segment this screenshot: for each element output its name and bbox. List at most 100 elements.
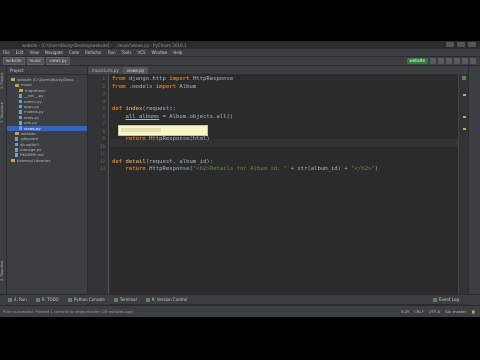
window-title: website - [C:\Users\Bucky\Desktop\websit… xyxy=(22,42,187,48)
warning-marker[interactable] xyxy=(463,116,466,118)
tool-tab-favorites[interactable]: 2: Favorites xyxy=(0,256,6,286)
file-icon xyxy=(19,126,22,130)
todo-tool-label: 6: TODO xyxy=(41,297,59,302)
tool-window-bar: 4: Run 6: TODO Python Console Terminal 9… xyxy=(0,294,480,304)
vcs-update-icon[interactable] xyxy=(454,58,460,64)
git-branch[interactable]: Git: master xyxy=(445,309,466,314)
line-separator[interactable]: CRLF xyxy=(414,309,424,314)
line-number-gutter: 1 2 3 4 5 6 7 8 9 10 11 12 13 xyxy=(88,74,109,306)
status-message[interactable]: Push successful: Pushed 1 commit to orig… xyxy=(3,309,134,314)
menu-run[interactable]: Run xyxy=(108,50,116,55)
title-bar: website - [C:\Users\Bucky\Desktop\websit… xyxy=(0,41,480,49)
warning-marker[interactable] xyxy=(463,128,466,130)
code-line: return HttpResponse(html) xyxy=(125,136,210,142)
tool-tab-structure[interactable]: 7: Structure xyxy=(0,98,6,128)
folder-icon xyxy=(15,132,19,136)
breadcrumb-project[interactable]: website xyxy=(3,57,25,65)
menu-code[interactable]: Code xyxy=(69,50,79,55)
editor-scrollbar[interactable] xyxy=(458,74,468,306)
project-panel-header: Project xyxy=(7,66,87,75)
menu-bar: File Edit View Navigate Code Refactor Ru… xyxy=(0,49,480,57)
menu-navigate[interactable]: Navigate xyxy=(45,50,63,55)
run-tool-button[interactable]: 4: Run xyxy=(8,297,27,302)
file-icon xyxy=(19,121,22,125)
line-number: 3 xyxy=(102,91,105,96)
code-line: from .models import Album xyxy=(112,83,197,90)
code-line: return HttpResponse("<h2>Details for Alb… xyxy=(125,166,379,172)
todo-tool-button[interactable]: 6: TODO xyxy=(35,297,59,302)
ide-window: website - [C:\Users\Bucky\Desktop\websit… xyxy=(0,41,480,317)
version-control-icon xyxy=(145,297,150,302)
file-icon xyxy=(19,99,22,103)
project-tree-item[interactable]: External Libraries xyxy=(7,158,87,163)
line-number: 11 xyxy=(99,151,105,156)
file-icon xyxy=(19,110,22,114)
line-number: 13 xyxy=(99,166,105,171)
code-line: from django.http import HttpResponse xyxy=(112,76,234,82)
version-control-label: 9: Version Control xyxy=(151,297,188,302)
left-tool-strip: 1: Project 7: Structure 2: Favorites xyxy=(0,66,7,306)
line-number: 4 xyxy=(102,98,105,104)
search-icon[interactable] xyxy=(470,58,476,64)
code-view[interactable]: from django.http import HttpResponse fro… xyxy=(110,74,458,306)
code-line: all_albums = Album.objects.all() xyxy=(125,113,234,120)
menu-edit[interactable]: Edit xyxy=(16,50,24,55)
menu-refactor[interactable]: Refactor xyxy=(85,50,102,55)
file-icon xyxy=(15,142,18,147)
line-number: 9 xyxy=(102,136,105,141)
caret-position[interactable]: 5:25 xyxy=(401,309,410,314)
terminal-tool-button[interactable]: Terminal xyxy=(113,297,137,302)
code-line: def index(request): xyxy=(112,106,177,112)
editor-tab-views[interactable]: views.py xyxy=(122,67,149,74)
tool-tab-project[interactable]: 1: Project xyxy=(0,68,6,94)
folder-icon xyxy=(19,88,23,92)
lock-icon[interactable]: 🔒 xyxy=(471,309,476,314)
folder-icon xyxy=(11,78,15,82)
breadcrumb-file[interactable]: views.py xyxy=(46,57,70,65)
inspection-tooltip xyxy=(118,125,208,136)
file-icon xyxy=(19,104,22,109)
run-icon[interactable] xyxy=(430,58,436,64)
maximize-button[interactable] xyxy=(457,42,465,47)
debug-icon[interactable] xyxy=(438,58,444,64)
menu-file[interactable]: File xyxy=(3,50,10,55)
close-button[interactable] xyxy=(468,42,476,47)
breadcrumb-folder[interactable]: music xyxy=(26,57,45,65)
editor-area: music\urls.py views.py 1 2 3 4 5 6 7 8 9 10 11 12 13… xyxy=(88,66,468,306)
menu-help[interactable]: Help xyxy=(173,50,182,55)
project-panel-title[interactable]: Project xyxy=(10,68,24,73)
event-log-icon xyxy=(433,297,438,302)
file-encoding[interactable]: UTF-8 xyxy=(429,309,440,314)
python-console-button[interactable]: Python Console xyxy=(67,297,105,302)
menu-vcs[interactable]: VCS xyxy=(137,50,145,55)
warning-marker[interactable] xyxy=(463,94,466,96)
menu-window[interactable]: Window xyxy=(152,50,168,55)
line-number: 1 xyxy=(102,76,105,81)
line-number: 10 xyxy=(99,143,105,149)
folder-icon xyxy=(15,83,19,87)
terminal-tool-label: Terminal xyxy=(119,297,137,302)
menu-tools[interactable]: Tools xyxy=(122,50,132,55)
event-log-label: Event Log xyxy=(439,297,459,302)
navigation-bar: website music views.py website xyxy=(0,57,480,66)
vcs-commit-icon[interactable] xyxy=(462,58,468,64)
run-tool-label: 4: Run xyxy=(14,297,27,302)
line-number: 2 xyxy=(102,83,105,89)
folder-icon xyxy=(11,159,15,163)
editor-tab-urls[interactable]: music\urls.py xyxy=(88,67,123,74)
minimize-button[interactable] xyxy=(446,42,454,47)
stop-icon[interactable] xyxy=(446,58,452,64)
right-tool-strip xyxy=(468,66,480,306)
menu-view[interactable]: View xyxy=(29,50,39,55)
todo-icon xyxy=(35,297,40,302)
event-log-button[interactable]: Event Log xyxy=(433,297,459,302)
inspection-status-icon[interactable] xyxy=(462,76,466,80)
code-line: def detail(request, album_id): xyxy=(112,158,214,165)
run-configuration-select[interactable]: website xyxy=(406,58,428,64)
version-control-button[interactable]: 9: Version Control xyxy=(145,297,188,302)
line-number: 6 xyxy=(102,113,105,119)
file-icon xyxy=(15,153,18,157)
status-bar: Push successful: Pushed 1 commit to orig… xyxy=(0,305,480,317)
line-number: 7 xyxy=(102,121,105,126)
line-number: 8 xyxy=(102,128,105,134)
